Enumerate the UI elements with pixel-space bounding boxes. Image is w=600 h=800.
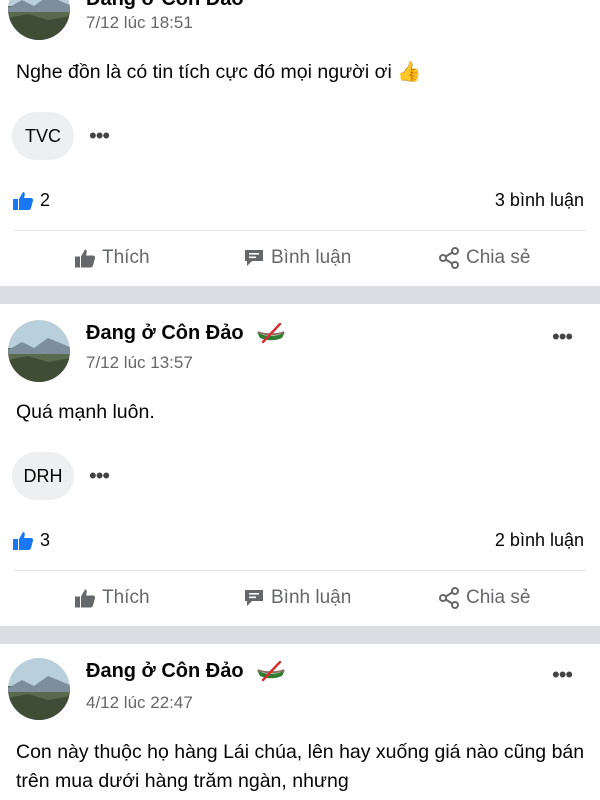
post-2: Đang ở Côn Đảo 7/12 lúc 13:57 ••• Quá mạ… — [0, 304, 600, 626]
comment-button[interactable]: Bình luận — [243, 247, 351, 269]
post-timestamp[interactable]: 7/12 lúc 13:57 — [86, 353, 193, 373]
thumbs-up-icon — [75, 589, 96, 607]
author-name[interactable]: Đang ở Côn Đảo — [86, 0, 244, 11]
comment-count[interactable]: 3 bình luận — [495, 190, 584, 211]
like-icon — [13, 191, 34, 210]
post-separator — [0, 286, 600, 304]
like-count[interactable]: 2 — [12, 190, 50, 211]
like-icon — [13, 531, 34, 550]
divider — [14, 230, 586, 231]
post-timestamp[interactable]: 7/12 lúc 18:51 — [86, 13, 193, 33]
author-name[interactable]: Đang ở Côn Đảo — [86, 660, 287, 683]
thumbs-up-icon — [75, 249, 96, 267]
post-3: Đang ở Côn Đảo 4/12 lúc 22:47 ••• Con nà… — [0, 644, 600, 800]
comment-icon — [245, 250, 263, 266]
comment-icon — [245, 590, 263, 606]
post-content: Con này thuộc họ hàng Lái chúa, lên hay … — [16, 741, 585, 792]
more-options-icon[interactable]: ••• — [552, 664, 573, 686]
post-content: Nghe đồn là có tin tích cực đó mọi người… — [16, 61, 422, 83]
post-1: Đang ở Côn Đảo 7/12 lúc 18:51 Nghe đồn l… — [0, 0, 600, 286]
share-icon — [439, 247, 459, 269]
more-options-icon[interactable]: ••• — [552, 326, 573, 348]
comment-more-icon[interactable]: ••• — [89, 125, 110, 147]
like-count[interactable]: 3 — [12, 530, 50, 551]
share-icon — [439, 587, 459, 609]
like-button[interactable]: Thích — [74, 247, 150, 269]
commenter-chip[interactable]: DRH — [12, 452, 74, 500]
comment-more-icon[interactable]: ••• — [89, 465, 110, 487]
boat-icon — [257, 660, 286, 681]
avatar[interactable] — [8, 0, 70, 40]
share-button[interactable]: Chia sẻ — [438, 587, 530, 609]
like-button[interactable]: Thích — [74, 587, 150, 609]
comment-button[interactable]: Bình luận — [243, 587, 351, 609]
avatar[interactable] — [8, 658, 70, 720]
commenter-chip[interactable]: TVC — [12, 112, 74, 160]
avatar[interactable] — [8, 320, 70, 382]
divider — [14, 570, 586, 571]
post-content: Quá mạnh luôn. — [16, 401, 155, 423]
author-name[interactable]: Đang ở Côn Đảo — [86, 322, 287, 345]
share-button[interactable]: Chia sẻ — [438, 247, 530, 269]
comment-count[interactable]: 2 bình luận — [495, 530, 584, 551]
post-timestamp[interactable]: 4/12 lúc 22:47 — [86, 693, 193, 713]
boat-icon — [257, 322, 286, 343]
post-separator — [0, 626, 600, 644]
